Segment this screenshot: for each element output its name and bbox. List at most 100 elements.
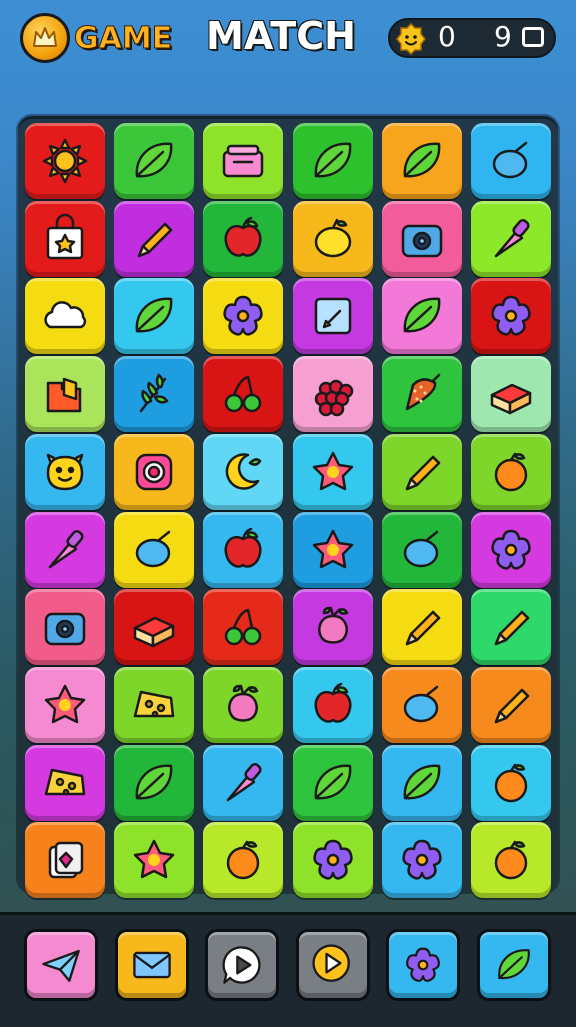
board-tile[interactable]: [203, 589, 284, 666]
board-tile[interactable]: [292, 433, 373, 510]
board-tile[interactable]: [292, 511, 373, 588]
board-tile[interactable]: [25, 356, 105, 433]
board-tile[interactable]: [25, 123, 105, 199]
board-tile[interactable]: [25, 589, 105, 666]
brand: GAME: [20, 13, 190, 63]
board-tile[interactable]: [114, 589, 195, 666]
board-tile[interactable]: [203, 511, 284, 588]
leaf-icon: [497, 949, 530, 980]
cake-icon: [133, 616, 175, 648]
board-tile[interactable]: [292, 123, 373, 199]
board-tile[interactable]: [114, 744, 195, 821]
board-tile[interactable]: [114, 433, 195, 510]
board-tile[interactable]: [381, 356, 462, 433]
radish-icon: [317, 606, 348, 644]
share-button[interactable]: [24, 929, 98, 1001]
pencil-icon: [405, 610, 441, 646]
board-tile[interactable]: [471, 200, 551, 277]
board-tile[interactable]: [203, 123, 284, 199]
board-tile[interactable]: [292, 356, 373, 433]
board-tile[interactable]: [381, 822, 462, 899]
board-tile[interactable]: [114, 666, 195, 743]
board-tile[interactable]: [471, 123, 551, 199]
brand-label: GAME: [73, 21, 173, 57]
board-tile[interactable]: [25, 278, 105, 355]
cherries-icon: [225, 375, 262, 413]
board-tile[interactable]: [203, 433, 284, 510]
score-value: 0: [438, 20, 456, 53]
board-tile[interactable]: [203, 278, 284, 355]
moves-icon: [522, 27, 544, 47]
board-tile[interactable]: [471, 589, 551, 666]
board-tile[interactable]: [25, 822, 105, 899]
strawberry-icon: [405, 373, 441, 411]
board-tile[interactable]: [114, 278, 195, 355]
board-tile[interactable]: [203, 744, 284, 821]
mail-button[interactable]: [114, 929, 189, 1001]
folder-icon: [46, 377, 82, 413]
star-icon: [44, 684, 86, 724]
smiley-icon: [46, 453, 84, 491]
board-tile[interactable]: [471, 511, 551, 588]
board-tile[interactable]: [25, 200, 105, 277]
board-tile[interactable]: [114, 822, 195, 899]
board-tile[interactable]: [381, 123, 462, 199]
board-tile[interactable]: [381, 200, 462, 277]
cheese-icon: [44, 768, 86, 795]
shopping-bag-icon: [46, 213, 84, 259]
mail-icon: [132, 951, 171, 979]
board-tile[interactable]: [203, 666, 284, 743]
flower-icon: [491, 529, 531, 570]
chat-button[interactable]: [205, 929, 279, 1001]
board-tile[interactable]: [203, 200, 284, 277]
board-tile[interactable]: [471, 433, 551, 510]
board-tile[interactable]: [292, 744, 373, 821]
board-tile[interactable]: [114, 123, 195, 199]
board-tile[interactable]: [381, 589, 462, 666]
board-tile[interactable]: [25, 666, 105, 743]
pencil-icon: [137, 222, 173, 257]
board-tile[interactable]: [471, 822, 551, 899]
board-tile[interactable]: [203, 822, 284, 899]
board-tile[interactable]: [471, 356, 551, 433]
apple-icon: [224, 527, 262, 568]
board-tile[interactable]: [25, 744, 105, 821]
board-tile[interactable]: [381, 666, 462, 743]
board-tile[interactable]: [292, 278, 373, 355]
berry-icon: [403, 530, 439, 567]
board-tile[interactable]: [381, 278, 462, 355]
flower-button[interactable]: [386, 929, 460, 1001]
board-tile[interactable]: [114, 511, 195, 588]
board-tile[interactable]: [292, 666, 373, 743]
orange-icon: [494, 763, 528, 802]
board-tile[interactable]: [381, 744, 462, 821]
play-button[interactable]: [295, 929, 370, 1001]
board-tile[interactable]: [292, 589, 373, 666]
crown-coin-icon: [20, 13, 70, 63]
board-tile[interactable]: [203, 356, 284, 433]
flower-icon: [402, 840, 442, 880]
berry-icon: [492, 141, 528, 179]
board-tile[interactable]: [114, 356, 195, 433]
orange-icon: [227, 841, 260, 880]
board-tile[interactable]: [114, 200, 195, 277]
board-tile[interactable]: [292, 200, 373, 277]
board-tile[interactable]: [381, 433, 462, 510]
cloud-icon: [44, 301, 87, 329]
board-tile[interactable]: [381, 511, 462, 588]
game-board: [18, 116, 558, 899]
board-tile[interactable]: [25, 433, 105, 510]
board-tile[interactable]: [292, 822, 373, 899]
orange-icon: [494, 452, 528, 492]
moon-icon: [226, 453, 262, 490]
board-tile[interactable]: [25, 511, 105, 588]
leaf-button[interactable]: [476, 929, 551, 1001]
board-tile[interactable]: [471, 666, 551, 743]
target-icon: [135, 453, 173, 491]
star-icon: [312, 529, 353, 568]
flower-icon: [312, 840, 353, 880]
board-tile[interactable]: [471, 744, 551, 821]
bottom-toolbar: [0, 912, 576, 1027]
board-tile[interactable]: [471, 278, 551, 355]
leaf-icon: [135, 298, 173, 333]
